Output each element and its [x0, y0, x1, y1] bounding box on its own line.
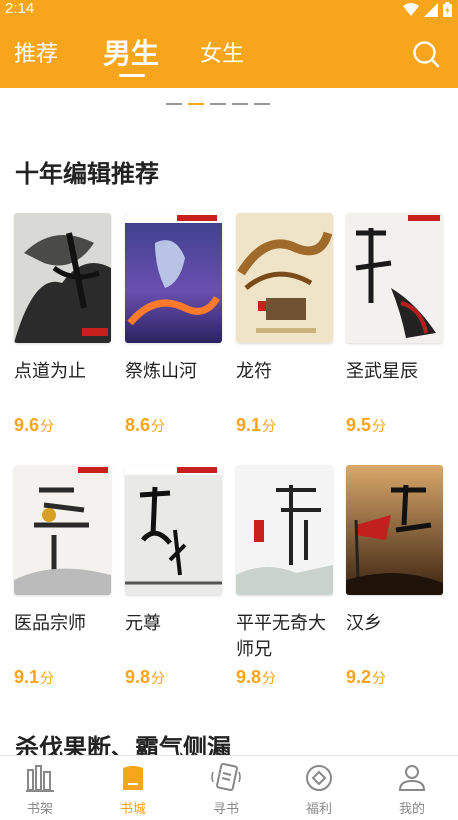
book-score: 9.5分	[346, 415, 387, 435]
book-card[interactable]: 汉乡 9.2分	[346, 465, 444, 687]
book-title: 圣武星辰	[346, 361, 418, 382]
carousel-dot[interactable]	[166, 103, 182, 105]
wifi-icon	[403, 2, 419, 16]
carousel-dot[interactable]	[210, 103, 226, 105]
nav-label: 寻书	[212, 802, 239, 817]
profile-icon	[398, 765, 426, 791]
book-title: 点道为止	[14, 361, 86, 382]
nav-label: 书架	[26, 802, 53, 817]
nav-label: 我的	[398, 802, 425, 817]
carousel-indicator	[166, 103, 270, 105]
tab-male[interactable]: 男生	[103, 32, 159, 72]
book-cover	[125, 213, 222, 343]
search-icon	[413, 41, 440, 68]
nav-welfare[interactable]: 福利	[279, 756, 359, 820]
book-cover	[14, 465, 111, 595]
book-card[interactable]: 医品宗师 9.1分	[14, 465, 112, 687]
status-icons	[403, 2, 452, 17]
book-score: 9.1分	[236, 415, 277, 435]
section-title-editor-picks: 十年编辑推荐	[15, 160, 159, 188]
channel-tabs: 推荐 男生 女生	[0, 28, 458, 78]
bookshelf-icon	[26, 765, 54, 792]
book-card[interactable]: 点道为止 9.6分	[14, 213, 112, 435]
book-title: 医品宗师	[14, 613, 86, 634]
search-button[interactable]	[412, 40, 440, 68]
nav-bookshelf[interactable]: 书架	[0, 756, 80, 820]
carousel-dot-active[interactable]	[188, 103, 204, 105]
book-card[interactable]: 元尊 9.8分	[125, 465, 223, 687]
carousel-dot[interactable]	[232, 103, 248, 105]
book-score: 9.8分	[125, 667, 166, 687]
book-title: 祭炼山河	[125, 361, 197, 382]
status-time: 2:14	[5, 0, 35, 17]
book-cover	[346, 465, 443, 595]
nav-bookstore[interactable]: 书城	[93, 756, 173, 820]
find-book-icon	[211, 762, 241, 792]
book-score: 8.6分	[125, 415, 166, 435]
book-score: 9.1分	[14, 667, 55, 687]
tab-female[interactable]: 女生	[200, 36, 244, 68]
book-card[interactable]: 平平无奇大师兄 9.8分	[236, 465, 334, 687]
book-title: 平平无奇大师兄	[236, 613, 326, 660]
book-cover	[125, 465, 222, 595]
nav-label: 书城	[119, 802, 146, 817]
book-card[interactable]: 龙符 9.1分	[236, 213, 334, 435]
book-cover	[14, 213, 111, 343]
welfare-icon	[306, 765, 332, 791]
book-title: 汉乡	[346, 613, 382, 634]
bookstore-icon	[123, 766, 143, 790]
book-cover	[236, 213, 333, 343]
battery-icon	[443, 2, 452, 17]
status-bar: 2:14	[0, 0, 458, 20]
active-tab-indicator	[119, 74, 145, 77]
carousel-dot[interactable]	[254, 103, 270, 105]
book-cover	[236, 465, 333, 595]
book-score: 9.6分	[14, 415, 55, 435]
tab-recommend[interactable]: 推荐	[14, 36, 58, 68]
book-score: 9.2分	[346, 667, 387, 687]
book-title: 元尊	[125, 613, 161, 634]
nav-profile[interactable]: 我的	[372, 756, 452, 820]
nav-label: 福利	[305, 802, 332, 817]
nav-find-book[interactable]: 寻书	[186, 756, 266, 820]
signal-icon	[424, 2, 438, 17]
book-score: 9.8分	[236, 667, 277, 687]
bottom-nav: 书架 书城 寻书 福利 我的	[0, 755, 458, 820]
book-cover	[346, 213, 443, 343]
book-card[interactable]: 祭炼山河 8.6分	[125, 213, 223, 435]
book-card[interactable]: 圣武星辰 9.5分	[346, 213, 444, 435]
book-title: 龙符	[236, 361, 272, 382]
top-bar: 2:14 推荐 男生 女生	[0, 0, 458, 88]
